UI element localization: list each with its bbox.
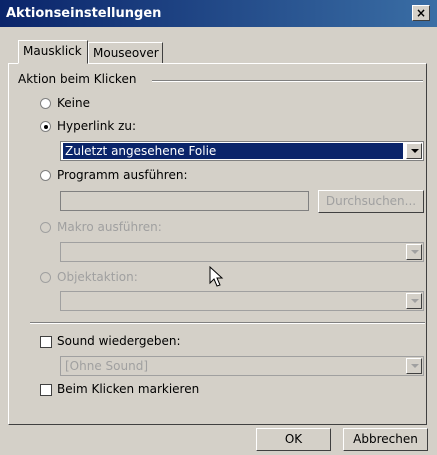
- sound-select[interactable]: [Ohne Sound]: [60, 356, 424, 376]
- radio-macro[interactable]: [40, 222, 51, 233]
- radio-macro-label: Makro ausführen:: [57, 220, 162, 234]
- macro-selected-value: [63, 244, 67, 260]
- section-divider: [30, 322, 425, 324]
- object-action-selected-value: [63, 293, 67, 309]
- browse-button[interactable]: Durchsuchen...: [318, 190, 424, 213]
- hyperlink-select[interactable]: Zuletzt angesehene Folie: [60, 141, 424, 161]
- chevron-down-icon: [411, 364, 419, 368]
- action-settings-dialog: Aktionseinstellungen × Mausklick Mouseov…: [0, 0, 437, 455]
- window-title: Aktionseinstellungen: [6, 6, 162, 21]
- radio-none-label: Keine: [57, 96, 90, 110]
- radio-object-action-label: Objektaktion:: [57, 270, 138, 284]
- ok-button[interactable]: OK: [256, 428, 331, 451]
- hyperlink-selected-value: Zuletzt angesehene Folie: [63, 143, 403, 159]
- hyperlink-dropdown-button[interactable]: [406, 143, 422, 159]
- close-icon: ×: [415, 6, 427, 20]
- sound-dropdown-button[interactable]: [406, 358, 422, 374]
- chevron-down-icon: [411, 299, 419, 303]
- chevron-down-icon: [411, 250, 419, 254]
- close-button[interactable]: ×: [412, 5, 430, 21]
- macro-select[interactable]: [60, 242, 424, 262]
- sound-selected-value: [Ohne Sound]: [65, 359, 149, 373]
- radio-hyperlink[interactable]: [40, 121, 51, 132]
- group-title: Aktion beim Klicken: [16, 72, 139, 86]
- tab-mausklick[interactable]: Mausklick: [18, 40, 88, 64]
- tab-label: Mouseover: [93, 46, 159, 60]
- object-action-select[interactable]: [60, 291, 424, 311]
- radio-program-label: Programm ausführen:: [57, 168, 188, 182]
- cancel-button[interactable]: Abbrechen: [343, 428, 428, 451]
- tab-label: Mausklick: [23, 44, 82, 58]
- chevron-down-icon: [411, 149, 419, 153]
- browse-label: Durchsuchen...: [325, 194, 417, 208]
- program-path-input[interactable]: [60, 191, 309, 211]
- title-bar: Aktionseinstellungen ×: [0, 0, 437, 27]
- sound-checkbox[interactable]: [40, 336, 52, 348]
- highlight-label: Beim Klicken markieren: [57, 382, 200, 396]
- group-divider: [152, 80, 423, 82]
- tab-mouseover[interactable]: Mouseover: [88, 42, 163, 64]
- sound-label: Sound wiedergeben:: [57, 334, 181, 348]
- ok-label: OK: [284, 432, 303, 446]
- radio-object-action[interactable]: [40, 272, 51, 283]
- highlight-checkbox[interactable]: [40, 384, 52, 396]
- radio-none[interactable]: [40, 98, 51, 109]
- macro-dropdown-button[interactable]: [406, 244, 422, 260]
- cancel-label: Abbrechen: [353, 432, 418, 446]
- arrow-pointer-icon: [209, 266, 224, 287]
- radio-hyperlink-label: Hyperlink zu:: [57, 119, 137, 133]
- radio-program[interactable]: [40, 170, 51, 181]
- object-action-dropdown-button[interactable]: [406, 293, 422, 309]
